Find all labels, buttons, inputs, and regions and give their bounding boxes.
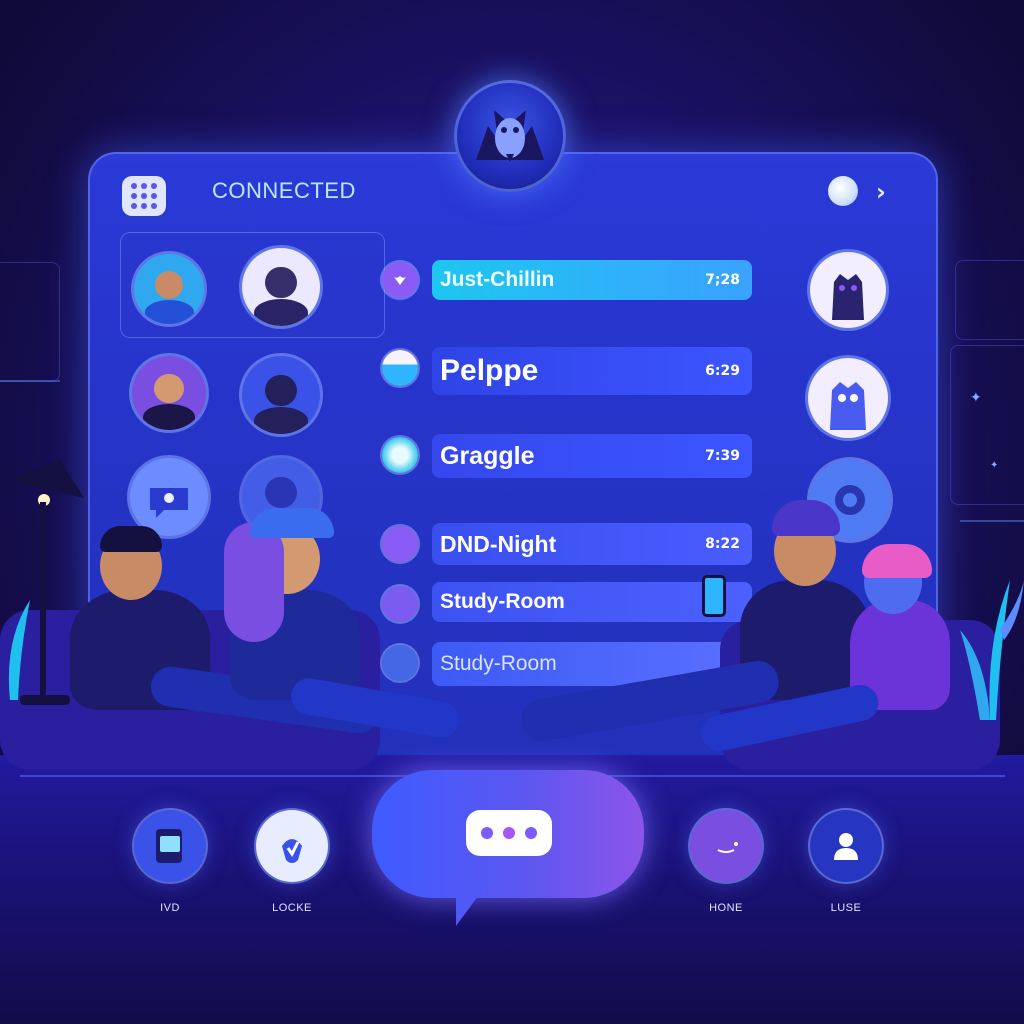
channel-time: 7;28 (705, 272, 740, 288)
person (862, 544, 932, 578)
grid-dot-icon (151, 193, 157, 199)
grid-dot-icon (131, 183, 137, 189)
grid-dot-icon (151, 203, 157, 209)
grid-dot-icon (141, 183, 147, 189)
phone-icon (702, 575, 726, 617)
owl-icon (832, 274, 864, 320)
channel-name: DND-Night (440, 530, 557, 557)
typing-dot-icon (525, 827, 537, 839)
channel-name: Graggle (440, 441, 535, 470)
background-panel (950, 345, 1024, 505)
nav-button-luse[interactable] (810, 810, 882, 882)
channel-row[interactable]: Just-Chillin 7;28 (432, 260, 752, 300)
lock-icon (282, 839, 302, 863)
person (224, 522, 284, 642)
member-avatar[interactable] (132, 356, 206, 430)
connection-status: CONNECTED (212, 178, 356, 203)
member-avatar[interactable] (810, 252, 886, 328)
typing-dot-icon (503, 827, 515, 839)
channel-icon (382, 437, 418, 473)
nav-label: IVD (160, 902, 180, 914)
owl-icon (476, 110, 544, 162)
card-icon (156, 829, 182, 863)
nav-label: LOCKE (272, 902, 312, 914)
sparkle-icon: ✦ (970, 390, 982, 406)
member-avatar[interactable] (242, 356, 320, 434)
member-avatar[interactable] (242, 248, 320, 326)
channel-icon (382, 586, 418, 622)
background-panel (0, 262, 60, 382)
user-icon (834, 833, 858, 860)
owl-icon (830, 382, 866, 430)
channel-icon (382, 262, 418, 298)
typing-dot-icon (481, 827, 493, 839)
chat-bubble-tail (456, 880, 490, 926)
channel-time: 8:22 (705, 536, 740, 552)
server-logo[interactable] (454, 80, 566, 192)
heart-icon (394, 276, 406, 285)
person (250, 508, 334, 538)
typing-indicator (466, 810, 552, 856)
channel-name: Pelppe (440, 354, 539, 387)
member-avatar[interactable] (130, 458, 208, 536)
circuit-line (0, 380, 60, 382)
channel-row[interactable]: Pelppe 6:29 (432, 347, 752, 395)
channel-icon (382, 526, 418, 562)
chevron-right-icon[interactable]: › (876, 178, 886, 206)
channel-row[interactable]: DND-Night 8:22 (432, 523, 752, 565)
person (100, 526, 162, 552)
game-icon (150, 488, 188, 518)
channel-name: Just-Chillin (440, 268, 555, 291)
nav-label: HONE (709, 902, 743, 914)
channel-icon (382, 645, 418, 681)
grid-dot-icon (141, 193, 147, 199)
nav-button-locke[interactable] (256, 810, 328, 882)
background-panel (955, 260, 1024, 340)
sparkle-icon: ✦ (990, 460, 999, 471)
nav-button-hone[interactable] (690, 810, 762, 882)
grid-dot-icon (141, 203, 147, 209)
nav-button-ivd[interactable] (134, 810, 206, 882)
nav-label: LUSE (830, 902, 862, 914)
menu-button[interactable] (122, 176, 166, 216)
plant-icon (960, 580, 1024, 720)
channel-row[interactable]: Graggle 7:39 (432, 434, 752, 478)
member-avatar[interactable] (808, 358, 888, 438)
channel-name: Study-Room (440, 652, 557, 675)
channel-name: Study-Room (440, 590, 565, 613)
channel-icon (382, 350, 418, 386)
member-avatar[interactable] (134, 254, 204, 324)
globe-icon[interactable] (828, 176, 858, 206)
channel-time: 7:39 (705, 448, 740, 464)
grid-dot-icon (131, 193, 137, 199)
grid-dot-icon (131, 203, 137, 209)
grid-dot-icon (151, 183, 157, 189)
channel-time: 6:29 (705, 363, 740, 379)
smiley-icon (717, 842, 738, 853)
